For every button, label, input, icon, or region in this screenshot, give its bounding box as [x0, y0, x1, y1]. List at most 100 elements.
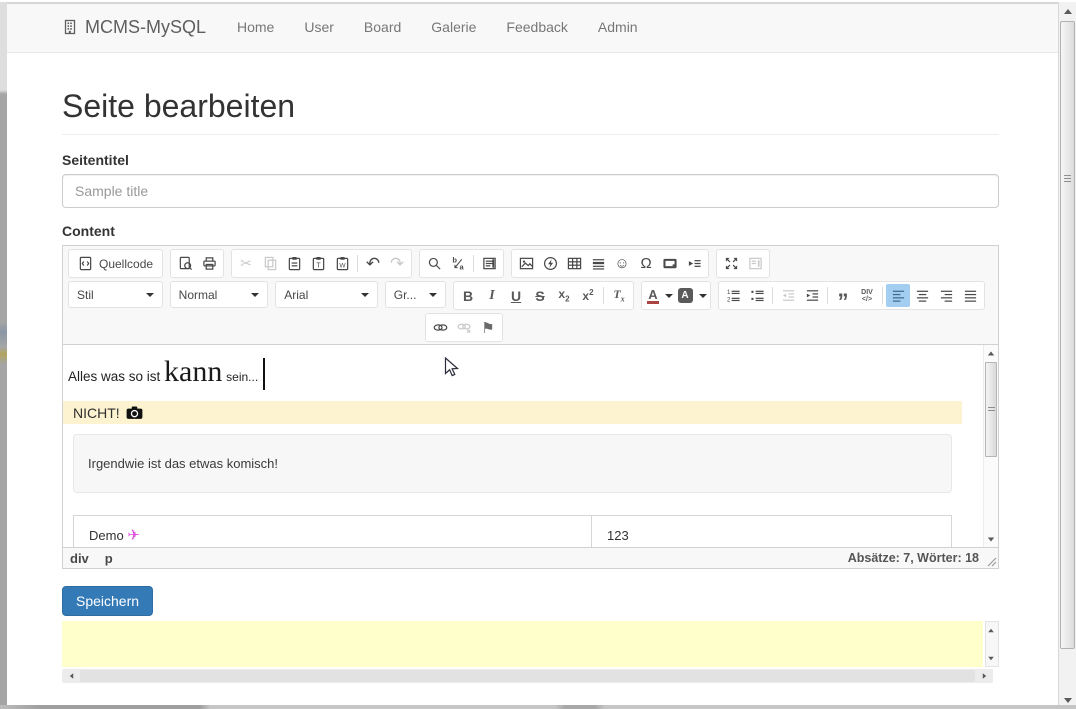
nav-item-feedback[interactable]: Feedback	[491, 19, 582, 35]
horizontal-scroll-thumb[interactable]	[80, 670, 975, 682]
paste-word-icon: W	[335, 256, 350, 271]
outdent-button[interactable]	[776, 284, 800, 307]
notes-area[interactable]	[62, 621, 983, 667]
paste-text-button[interactable]: T	[306, 252, 330, 275]
bg-color-button[interactable]: A	[676, 284, 708, 307]
path-item-div[interactable]: div	[70, 551, 89, 566]
path-item-p[interactable]: p	[105, 551, 113, 566]
notes-scrollbar[interactable]	[985, 621, 999, 667]
editor-scroll-down-button[interactable]	[984, 532, 998, 546]
nav-item-home[interactable]: Home	[222, 19, 289, 35]
align-justify-button[interactable]	[958, 284, 982, 307]
quote-text: Irgendwie ist das etwas komisch!	[88, 456, 278, 471]
redo-button[interactable]: ↷	[385, 252, 409, 275]
styles-dropdown[interactable]: Stil	[68, 281, 163, 308]
paste-button[interactable]	[282, 252, 306, 275]
cut-button[interactable]: ✂	[234, 252, 258, 275]
align-left-button[interactable]	[886, 284, 910, 307]
replace-icon: ba	[451, 256, 466, 271]
bold-button[interactable]: B	[456, 284, 480, 307]
strike-button[interactable]: S	[528, 284, 552, 307]
indent-button[interactable]	[800, 284, 824, 307]
window-scroll-thumb[interactable]	[1060, 21, 1075, 649]
find-button[interactable]	[422, 252, 446, 275]
brand[interactable]: MCMS-MySQL	[62, 17, 206, 38]
bg-color-icon: A	[678, 288, 693, 303]
copy-button[interactable]	[258, 252, 282, 275]
image-button[interactable]	[514, 252, 538, 275]
notes-scroll-down-button[interactable]	[985, 652, 997, 664]
brand-label: MCMS-MySQL	[85, 17, 206, 38]
seitentitel-label: Seitentitel	[62, 152, 999, 168]
table-row: Demo ✈ 123	[74, 516, 952, 548]
flash-button[interactable]	[538, 252, 562, 275]
group-clipboard: ✂ T W ↶ ↷	[231, 249, 412, 278]
table-cell-demo: Demo ✈	[74, 516, 592, 548]
replace-button[interactable]: ba	[446, 252, 470, 275]
nav-item-user[interactable]: User	[289, 19, 349, 35]
paragraph-1-tail: sein...	[226, 370, 258, 384]
superscript-button[interactable]: x2	[576, 284, 600, 307]
font-dropdown[interactable]: Arial	[275, 281, 378, 308]
notes-scroll-up-button[interactable]	[985, 624, 997, 636]
anchor-button[interactable]: ⚑	[476, 316, 500, 339]
numbered-list-button[interactable]: 12	[721, 284, 745, 307]
group-basicstyles: B I U S x2 x2 Tx	[453, 281, 634, 310]
page-break-button[interactable]	[682, 252, 706, 275]
iframe-button[interactable]	[658, 252, 682, 275]
align-right-button[interactable]	[934, 284, 958, 307]
special-char-button[interactable]: Ω	[634, 252, 658, 275]
window-scrollbar[interactable]	[1058, 2, 1076, 709]
seitentitel-input[interactable]	[62, 174, 999, 208]
editor-content-area[interactable]: Alles was so ist kann sein... NICHT! Irg…	[63, 345, 998, 547]
table-button[interactable]	[562, 252, 586, 275]
scroll-right-button[interactable]	[977, 669, 991, 683]
window-bottom-edge	[0, 705, 1076, 709]
maximize-button[interactable]	[719, 252, 743, 275]
smiley-button[interactable]: ☺	[610, 252, 634, 275]
nav-item-board[interactable]: Board	[349, 19, 416, 35]
blockquote-button[interactable]: ”	[831, 284, 855, 307]
text-color-button[interactable]: A	[644, 284, 676, 307]
div-container-icon: DIV</>	[861, 289, 873, 303]
group-colors: A A	[641, 281, 711, 310]
resize-grip-icon[interactable]	[987, 557, 997, 567]
svg-text:2: 2	[726, 297, 730, 303]
unlink-button[interactable]	[452, 316, 476, 339]
horizontal-scrollbar[interactable]	[62, 669, 993, 683]
link-button[interactable]	[428, 316, 452, 339]
paste-word-button[interactable]: W	[330, 252, 354, 275]
show-blocks-button[interactable]	[743, 252, 767, 275]
source-button[interactable]: Quellcode	[71, 252, 160, 275]
editor-scrollbar[interactable]	[983, 345, 998, 547]
undo-button[interactable]: ↶	[361, 252, 385, 275]
editor-scroll-thumb[interactable]	[985, 362, 997, 457]
nav-item-admin[interactable]: Admin	[583, 19, 653, 35]
preview-button[interactable]	[173, 252, 197, 275]
size-dropdown[interactable]: Gr...	[385, 281, 446, 308]
save-button[interactable]: Speichern	[62, 586, 153, 616]
align-center-button[interactable]	[910, 284, 934, 307]
editor-scroll-up-button[interactable]	[984, 346, 998, 360]
div-container-button[interactable]: DIV</>	[855, 284, 879, 307]
toolbar-separator	[827, 287, 828, 304]
chevron-down-icon	[146, 293, 154, 297]
print-button[interactable]	[197, 252, 221, 275]
nav-item-galerie[interactable]: Galerie	[416, 19, 491, 35]
remove-format-button[interactable]: Tx	[607, 284, 631, 307]
undo-icon: ↶	[366, 254, 380, 274]
italic-icon: I	[489, 288, 494, 304]
horizontal-rule-button[interactable]	[586, 252, 610, 275]
maximize-icon	[724, 256, 739, 271]
underline-button[interactable]: U	[504, 284, 528, 307]
print-icon	[202, 256, 217, 271]
italic-button[interactable]: I	[480, 284, 504, 307]
subscript-button[interactable]: x2	[552, 284, 576, 307]
format-dropdown[interactable]: Normal	[170, 281, 269, 308]
scroll-left-button[interactable]	[64, 669, 78, 683]
divider	[62, 134, 999, 135]
select-all-icon	[482, 256, 497, 271]
select-all-button[interactable]	[477, 252, 501, 275]
window-scroll-up-button[interactable]	[1059, 3, 1076, 20]
bullet-list-button[interactable]	[745, 284, 769, 307]
